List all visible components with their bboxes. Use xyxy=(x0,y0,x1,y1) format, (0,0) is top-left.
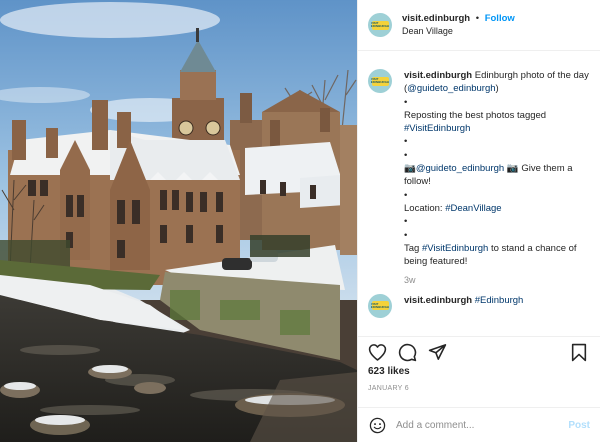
hashtag-link[interactable]: #VisitEdinburgh xyxy=(422,243,488,254)
dean-village-photo xyxy=(0,0,357,442)
heart-icon xyxy=(368,344,386,361)
share-button[interactable] xyxy=(426,341,448,363)
bookmark-icon xyxy=(571,343,587,361)
avatar-logo: VISIT EDINBURGH xyxy=(370,76,390,86)
caption-dot: • xyxy=(404,229,408,241)
camera-emoji: 📷 xyxy=(404,163,416,175)
action-bar xyxy=(358,336,600,367)
likes-count[interactable]: 623 likes xyxy=(368,366,410,377)
emoji-icon xyxy=(369,417,385,434)
emoji-button[interactable] xyxy=(368,417,386,435)
instagram-post-modal: VISIT EDINBURGH visit.edinburgh • Follow… xyxy=(0,0,600,442)
post-author-info: visit.edinburgh • Follow Dean Village xyxy=(402,12,515,38)
caption-dot: • xyxy=(404,149,408,161)
comments-scroll-area[interactable]: VISIT EDINBURGH visit.edinburgh Edinburg… xyxy=(368,57,594,335)
location-link[interactable]: Dean Village xyxy=(402,25,515,38)
caption-text-location: Location: xyxy=(404,202,443,214)
hashtag-link[interactable]: #Edinburgh xyxy=(475,295,524,306)
caption-dot: • xyxy=(404,216,408,228)
mention-link[interactable]: @guideto_edinburgh xyxy=(407,83,495,94)
add-comment-bar: Post xyxy=(358,407,600,443)
follow-button[interactable]: Follow xyxy=(485,13,515,24)
post-comment-button[interactable]: Post xyxy=(568,420,590,431)
avatar[interactable]: VISIT EDINBURGH xyxy=(368,69,392,93)
caption-text-tag: Tag xyxy=(404,242,420,254)
mention-link[interactable]: @guideto_edinburgh xyxy=(416,163,504,174)
comment-username-link[interactable]: visit.edinburgh xyxy=(404,295,472,306)
save-button[interactable] xyxy=(568,341,590,363)
next-comment: VISIT EDINBURGH visit.edinburgh #Edinbur… xyxy=(368,293,594,318)
comment-input[interactable] xyxy=(396,420,569,431)
avatar[interactable]: VISIT EDINBURGH xyxy=(368,293,392,318)
comment-button[interactable] xyxy=(396,341,418,363)
camera-emoji: 📷 xyxy=(506,163,519,175)
post-header: VISIT EDINBURGH visit.edinburgh • Follow… xyxy=(358,0,600,51)
separator-dot: • xyxy=(475,13,480,24)
hashtag-link[interactable]: #VisitEdinburgh xyxy=(404,123,470,134)
avatar-logo: VISIT EDINBURGH xyxy=(370,20,390,30)
avatar-logo: VISIT EDINBURGH xyxy=(370,301,390,311)
caption-text: visit.edinburgh Edinburgh photo of the d… xyxy=(404,69,594,288)
post-date[interactable]: JANUARY 6 xyxy=(368,385,409,392)
share-icon xyxy=(428,344,446,360)
caption-dot: • xyxy=(404,136,408,148)
username-link[interactable]: visit.edinburgh xyxy=(402,13,470,24)
caption-paren-close: ) xyxy=(495,83,499,95)
post-photo[interactable] xyxy=(0,0,357,442)
caption-username-link[interactable]: visit.edinburgh xyxy=(404,70,472,81)
next-comment-text: visit.edinburgh #Edinburgh xyxy=(404,294,523,307)
like-button[interactable] xyxy=(366,341,388,363)
caption-text-reposting: Reposting the best photos tagged xyxy=(404,109,547,121)
caption-time-ago[interactable]: 3w xyxy=(404,274,594,287)
comment-icon xyxy=(398,343,416,361)
avatar[interactable]: VISIT EDINBURGH xyxy=(368,13,392,37)
hashtag-link[interactable]: #DeanVillage xyxy=(445,203,501,214)
caption-dot: • xyxy=(404,189,408,201)
post-side-panel: VISIT EDINBURGH visit.edinburgh • Follow… xyxy=(357,0,600,442)
caption-dot: • xyxy=(404,96,408,108)
caption-comment: VISIT EDINBURGH visit.edinburgh Edinburg… xyxy=(368,57,594,288)
